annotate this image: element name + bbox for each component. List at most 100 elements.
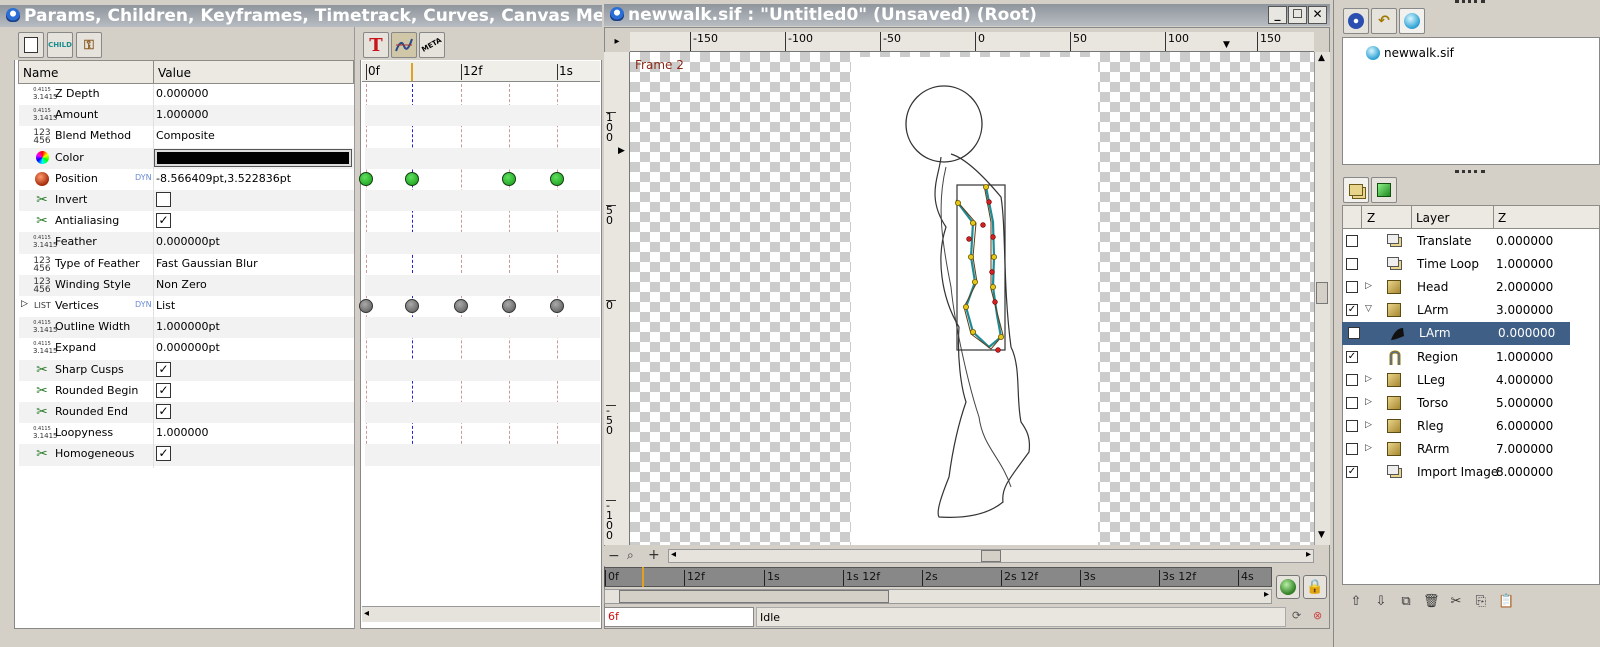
canvas-browser-tab[interactable] bbox=[1399, 8, 1425, 34]
param-value[interactable]: Fast Gaussian Blur bbox=[156, 257, 258, 270]
layer-row[interactable]: Translate 0.000000 bbox=[1340, 230, 1568, 253]
current-time-field[interactable]: 6f bbox=[604, 607, 754, 627]
param-expander-icon[interactable]: ▷ bbox=[21, 299, 28, 309]
layer-row[interactable]: ▷ LLeg 4.000000 bbox=[1340, 369, 1568, 392]
timetrack-row[interactable] bbox=[365, 274, 600, 296]
layers-column-zdepth[interactable]: Z bbox=[1498, 211, 1506, 225]
color-swatch[interactable] bbox=[154, 148, 352, 167]
param-value[interactable]: 0.000000pt bbox=[156, 341, 220, 354]
layer-row[interactable]: ✓ Import Image 8.000000 bbox=[1340, 461, 1568, 484]
timetrack-row[interactable] bbox=[365, 338, 600, 359]
position-waypoint[interactable] bbox=[502, 171, 516, 186]
time-scroll[interactable]: ▸ bbox=[604, 589, 1272, 604]
param-row[interactable]: ✂ Sharp Cusps ✓ bbox=[19, 359, 354, 381]
param-value[interactable]: 0.000000 bbox=[156, 87, 209, 100]
layer-active-checkbox[interactable]: ✓ bbox=[1346, 350, 1358, 363]
scroll-left-arrow-icon[interactable]: ◂ bbox=[364, 608, 369, 619]
canvas-hscroll[interactable]: ◂ ▸ bbox=[668, 549, 1314, 563]
walking-figure[interactable] bbox=[851, 57, 1098, 545]
layer-active-checkbox[interactable] bbox=[1346, 235, 1358, 247]
timetrack-row[interactable] bbox=[365, 381, 600, 402]
close-button[interactable]: ✕ bbox=[1308, 6, 1327, 24]
stop-icon[interactable]: ⊗ bbox=[1313, 609, 1322, 622]
delete-layer-icon[interactable]: 🗑 bbox=[1423, 594, 1440, 610]
timetrack-row[interactable] bbox=[365, 317, 600, 339]
param-value[interactable]: -8.566409pt,3.522836pt bbox=[156, 172, 291, 185]
layer-row[interactable]: ✓ ▽ LArm 3.000000 bbox=[1340, 299, 1568, 322]
zoom-fit-icon[interactable]: ⌕ bbox=[627, 548, 634, 563]
scroll-thumb[interactable] bbox=[1316, 282, 1328, 304]
time-scroll-right-icon[interactable]: ▸ bbox=[1264, 589, 1269, 600]
params-tab-keyframes[interactable]: ⚿ bbox=[76, 32, 102, 58]
layer-active-checkbox[interactable] bbox=[1346, 281, 1358, 294]
param-row[interactable]: ✂ Invert bbox=[19, 190, 354, 212]
params-column-value[interactable]: Value bbox=[158, 66, 191, 80]
timetrack-row[interactable] bbox=[365, 444, 600, 466]
param-value[interactable]: 0.000000pt bbox=[156, 235, 220, 248]
param-value[interactable]: Composite bbox=[156, 129, 215, 142]
param-row[interactable]: ✂ Homogeneous ✓ bbox=[19, 444, 354, 466]
horizontal-ruler[interactable] bbox=[630, 32, 1314, 52]
canvas-browser-item[interactable]: newwalk.sif bbox=[1384, 46, 1454, 60]
canvas-menu-caret[interactable]: ▸ bbox=[606, 32, 628, 52]
vertices-waypoint[interactable] bbox=[454, 299, 468, 313]
param-value[interactable]: Non Zero bbox=[156, 278, 207, 291]
param-value[interactable]: 1.000000 bbox=[156, 108, 209, 121]
param-row[interactable]: 123 456 Winding Style Non Zero bbox=[19, 274, 354, 296]
group-layer-icon[interactable]: ⧉ bbox=[1398, 594, 1414, 610]
animation-lock-button[interactable]: 🔒 bbox=[1303, 575, 1327, 599]
hscroll-left-icon[interactable]: ◂ bbox=[671, 549, 676, 560]
timetrack-row[interactable] bbox=[365, 296, 600, 317]
param-row[interactable]: 0.4115 3.1415 Loopyness 1.000000 bbox=[19, 423, 354, 445]
layer-active-checkbox[interactable] bbox=[1346, 442, 1358, 455]
param-checkbox[interactable]: ✓ bbox=[156, 382, 171, 398]
layer-active-checkbox[interactable]: ✓ bbox=[1346, 466, 1358, 478]
time-scroll-thumb[interactable] bbox=[619, 590, 889, 603]
timetrack-row[interactable] bbox=[365, 190, 600, 212]
param-row[interactable]: ✂ Rounded Begin ✓ bbox=[19, 380, 354, 402]
param-value[interactable]: List bbox=[156, 299, 175, 312]
zoom-in-icon[interactable]: + bbox=[648, 547, 660, 563]
navigator-tab[interactable] bbox=[1343, 8, 1369, 34]
canvas-meta-tab[interactable]: META bbox=[419, 32, 445, 58]
timetrack-row[interactable] bbox=[365, 402, 600, 424]
maximize-button[interactable]: ☐ bbox=[1288, 6, 1307, 24]
time-cursor[interactable] bbox=[642, 567, 644, 587]
layer-active-checkbox[interactable] bbox=[1346, 396, 1358, 409]
timetrack-row[interactable] bbox=[365, 105, 600, 127]
cut-layer-icon[interactable]: ✂ bbox=[1448, 594, 1464, 610]
scroll-down-arrow-icon[interactable]: ▼ bbox=[1318, 530, 1325, 540]
timetrack-row[interactable] bbox=[365, 211, 600, 232]
position-waypoint[interactable] bbox=[550, 171, 564, 186]
timetrack-row[interactable] bbox=[365, 84, 600, 105]
position-waypoint[interactable] bbox=[405, 171, 419, 186]
param-row[interactable]: Color bbox=[19, 147, 354, 169]
layer-row[interactable]: ▷ RArm 7.000000 bbox=[1340, 438, 1568, 461]
history-tab[interactable]: ↶ bbox=[1371, 8, 1397, 34]
params-tab-params[interactable] bbox=[18, 32, 44, 58]
layer-active-checkbox[interactable] bbox=[1346, 419, 1358, 432]
timetrack-time-cursor[interactable] bbox=[411, 63, 413, 81]
param-value[interactable]: 1.000000 bbox=[156, 426, 209, 439]
param-checkbox[interactable] bbox=[156, 192, 171, 207]
param-row[interactable]: 0.4115 3.1415 Feather 0.000000pt bbox=[19, 232, 354, 254]
curves-tab[interactable] bbox=[391, 32, 417, 58]
layers-tab[interactable] bbox=[1343, 177, 1369, 203]
param-row[interactable]: 0.4115 3.1415 Z Depth 0.000000 bbox=[19, 84, 354, 106]
param-row[interactable]: 123 456 Blend Method Composite bbox=[19, 126, 354, 148]
param-row[interactable]: 0.4115 3.1415 Expand 0.000000pt bbox=[19, 338, 354, 360]
param-checkbox[interactable]: ✓ bbox=[156, 361, 171, 377]
layer-row[interactable]: ▷ Head 2.000000 bbox=[1340, 276, 1568, 299]
layer-expander-icon[interactable]: ▽ bbox=[1365, 304, 1372, 314]
raise-layer-icon[interactable]: ⇧ bbox=[1348, 594, 1364, 610]
params-splitter[interactable] bbox=[354, 27, 359, 629]
layer-row[interactable]: ✓ LArm 0.000000 bbox=[1342, 322, 1570, 346]
hscroll-thumb[interactable] bbox=[981, 550, 1001, 562]
right-panel-grip-top[interactable] bbox=[1455, 0, 1485, 6]
layer-row[interactable]: Time Loop 1.000000 bbox=[1340, 253, 1568, 276]
timetrack-row[interactable] bbox=[365, 232, 600, 254]
copy-layer-icon[interactable]: ⎘ bbox=[1473, 594, 1489, 610]
lower-layer-icon[interactable]: ⇩ bbox=[1373, 594, 1389, 610]
timetrack-row[interactable] bbox=[365, 147, 600, 169]
layer-expander-icon[interactable]: ▷ bbox=[1365, 443, 1372, 453]
